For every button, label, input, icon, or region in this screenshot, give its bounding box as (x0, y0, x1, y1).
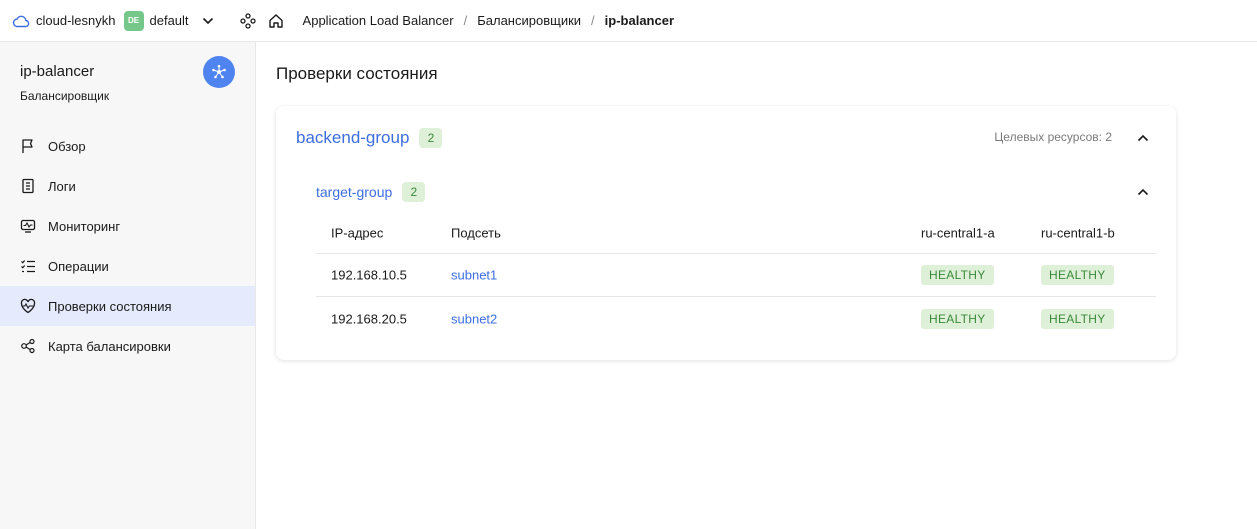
status-badge: HEALTHY (1041, 308, 1114, 329)
targets-count-label: Целевых ресурсов: 2 (994, 130, 1112, 144)
sidebar-item-overview[interactable]: Обзор (0, 126, 255, 166)
breadcrumb-item-current: ip-balancer (604, 13, 675, 28)
page-title: Проверки состояния (276, 64, 438, 83)
folder-badge: DE (123, 10, 144, 31)
backend-group-link[interactable]: backend-group (296, 128, 409, 148)
table-header-row: IP-адрес Подсеть ru-central1-a ru-centra… (316, 212, 1156, 254)
sidebar-item-label: Карта балансировки (48, 338, 171, 354)
target-group-count-badge: 2 (402, 182, 426, 202)
health-check-card: backend-group 2 Целевых ресурсов: 2 targ… (276, 106, 1176, 360)
chevron-down-icon[interactable] (201, 14, 215, 28)
target-group-header: target-group 2 (316, 182, 426, 202)
monitoring-icon (20, 218, 36, 234)
sidebar-item-operations[interactable]: Операции (0, 246, 255, 286)
breadcrumb: Application Load Balancer / Балансировщи… (303, 13, 674, 28)
chevron-up-icon[interactable] (1136, 184, 1152, 200)
sidebar-subtitle: Балансировщик (20, 89, 110, 103)
breadcrumb-item-service[interactable]: Application Load Balancer (303, 13, 454, 28)
cloud-name: cloud-lesnykh (36, 13, 116, 28)
sidebar-item-label: Обзор (48, 138, 86, 154)
sidebar-item-label: Операции (48, 258, 109, 274)
backend-group-count-badge: 2 (419, 128, 443, 148)
cloud-icon (12, 12, 30, 30)
column-header-zone-a: ru-central1-a (921, 225, 995, 240)
column-header-zone-b: ru-central1-b (1041, 225, 1115, 240)
sidebar-item-balancing-map[interactable]: Карта балансировки (0, 326, 255, 366)
sidebar-item-logs[interactable]: Логи (0, 166, 255, 206)
column-header-subnet: Подсеть (451, 225, 501, 240)
table-row: 192.168.20.5 subnet2 HEALTHY HEALTHY (316, 297, 1156, 340)
sidebar-item-monitoring[interactable]: Мониторинг (0, 206, 255, 246)
breadcrumb-separator: / (591, 13, 595, 28)
load-balancer-logo-icon (203, 56, 235, 88)
breadcrumb-separator: / (463, 13, 468, 28)
sidebar-item-health-checks[interactable]: Проверки состояния (0, 286, 255, 326)
backend-group-header: backend-group 2 (296, 128, 443, 148)
breadcrumb-item-balancers[interactable]: Балансировщики (477, 13, 581, 28)
chevron-up-icon[interactable] (1136, 130, 1152, 146)
cell-subnet-link[interactable]: subnet1 (451, 268, 497, 283)
map-icon (20, 338, 36, 354)
logs-icon (20, 178, 36, 194)
folder-name: default (149, 13, 189, 28)
status-badge: HEALTHY (1041, 265, 1114, 285)
cell-ip: 192.168.10.5 (331, 267, 407, 283)
cloud-selector[interactable]: cloud-lesnykh DE default (0, 0, 215, 42)
column-header-ip: IP-адрес (331, 225, 384, 240)
flag-icon (20, 138, 36, 154)
home-icon[interactable] (267, 12, 285, 30)
status-badge: HEALTHY (921, 265, 994, 285)
operations-icon (20, 258, 36, 274)
sidebar-title: ip-balancer (20, 63, 95, 80)
sidebar-nav: Обзор Логи Мониторинг Операции Проверки … (0, 126, 255, 366)
top-bar: cloud-lesnykh DE default Application Loa… (0, 0, 1257, 42)
table-row: 192.168.10.5 subnet1 HEALTHY HEALTHY (316, 254, 1156, 297)
status-badge: HEALTHY (921, 308, 994, 329)
sidebar-item-label: Проверки состояния (48, 298, 172, 314)
targets-table: IP-адрес Подсеть ru-central1-a ru-centra… (316, 212, 1156, 340)
sidebar-item-label: Логи (48, 178, 76, 194)
cell-subnet-link[interactable]: subnet2 (451, 311, 497, 326)
services-icon[interactable] (239, 12, 257, 30)
sidebar: ip-balancer Балансировщик Обзор Логи Мон… (0, 42, 256, 529)
sidebar-item-label: Мониторинг (48, 218, 121, 234)
target-group-link[interactable]: target-group (316, 184, 392, 200)
cell-ip: 192.168.20.5 (331, 311, 407, 326)
heartbeat-icon (20, 298, 36, 314)
